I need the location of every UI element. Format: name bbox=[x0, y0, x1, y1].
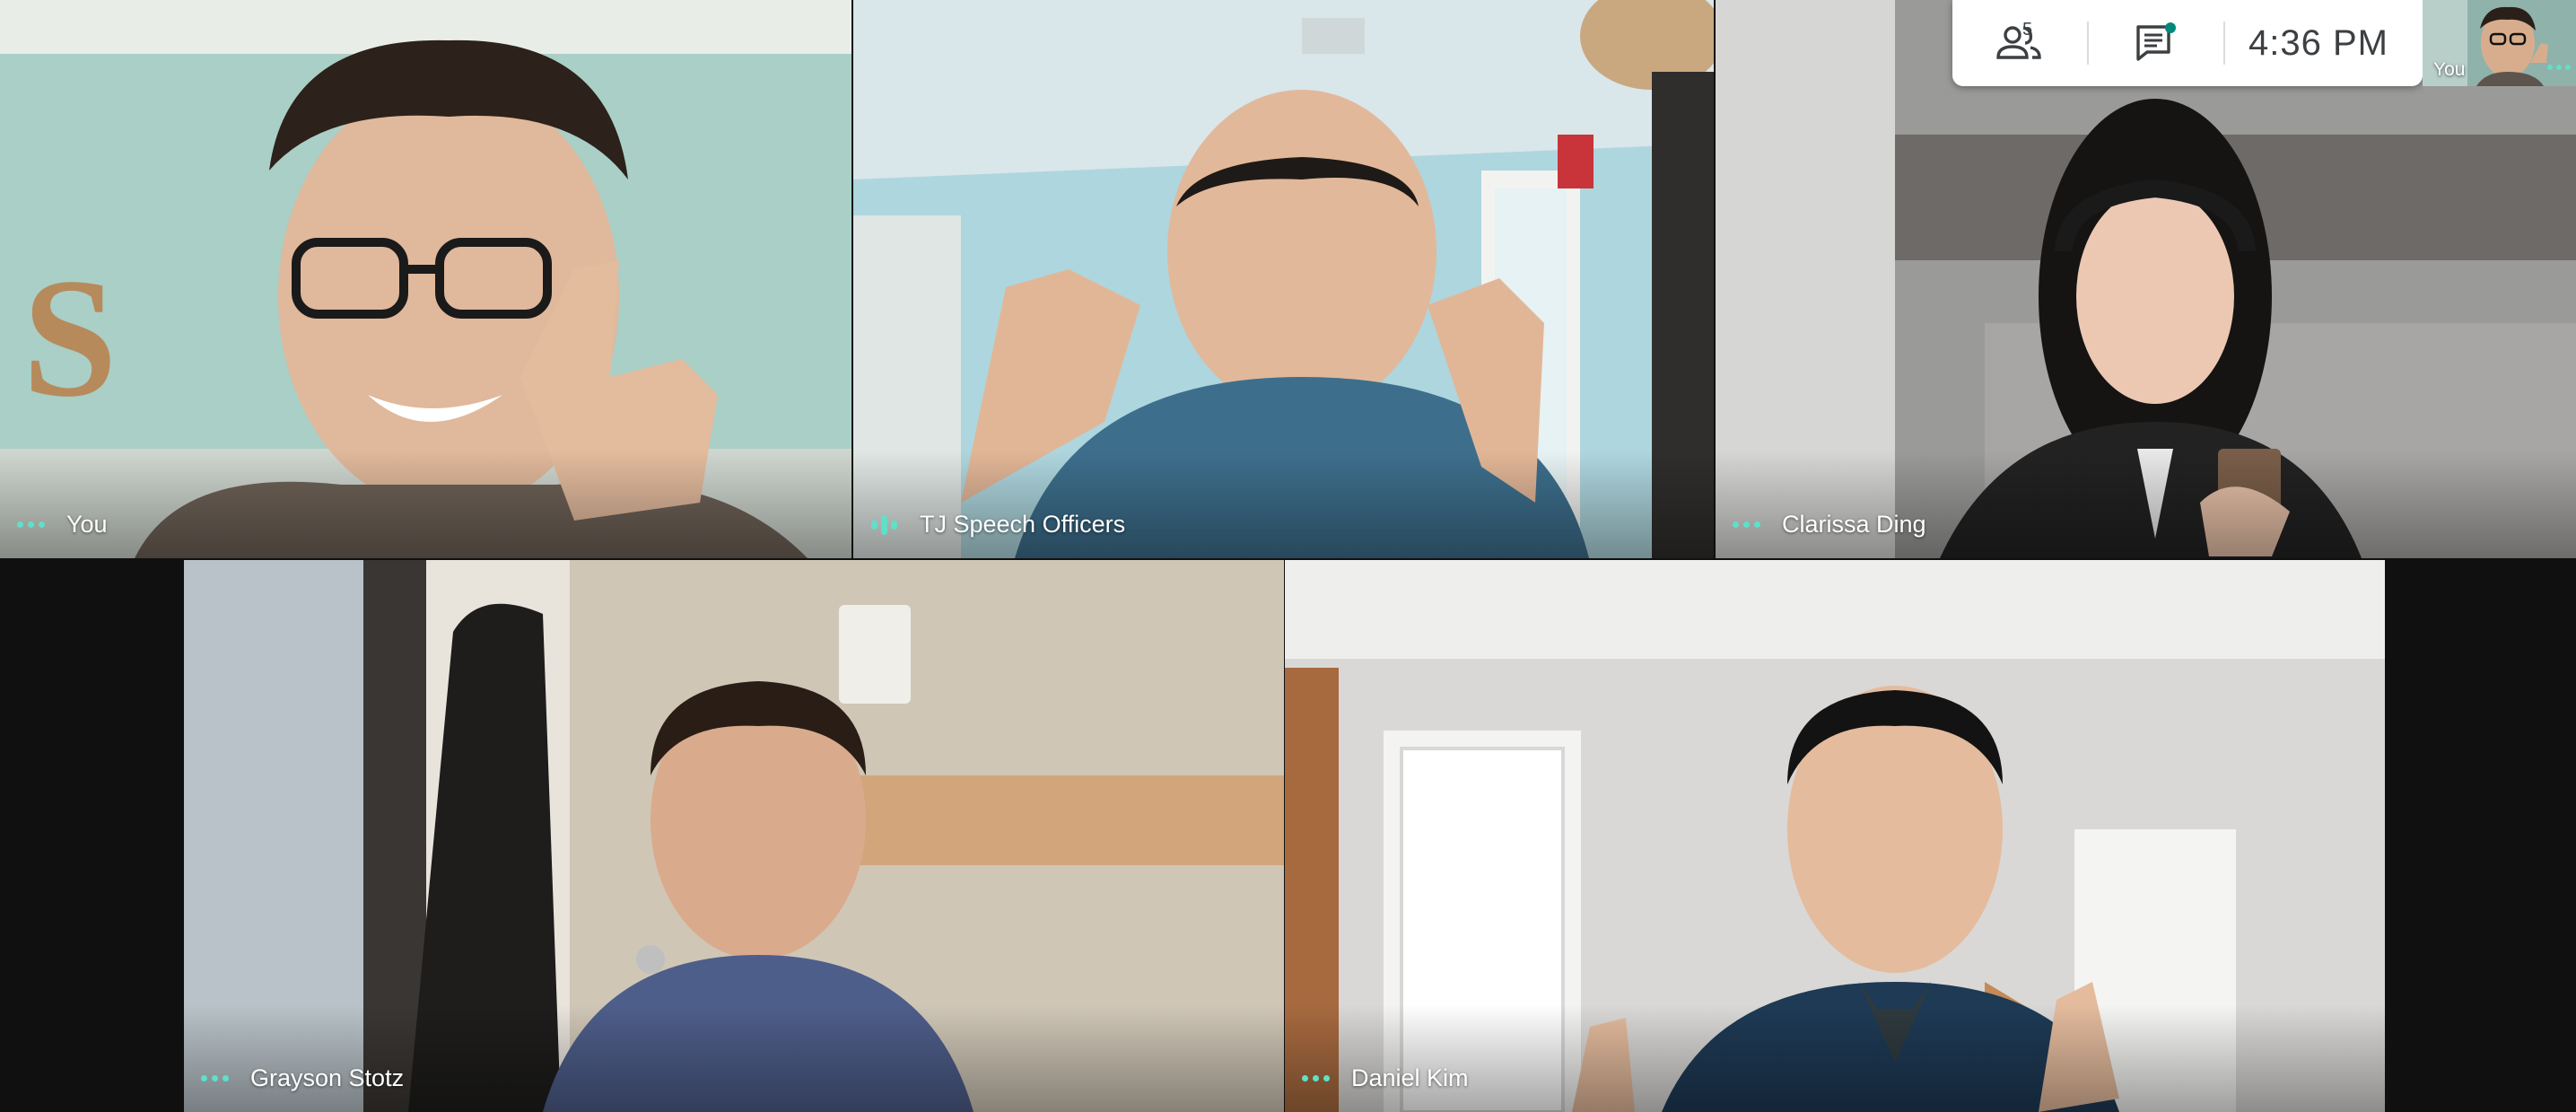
participant-name: Daniel Kim bbox=[1351, 1064, 1469, 1091]
participant-tile-you[interactable]: S You bbox=[0, 0, 851, 558]
audio-indicator-icon bbox=[1297, 1075, 1333, 1081]
participant-tile-grayson-stotz[interactable]: Grayson Stotz bbox=[184, 560, 1284, 1112]
participant-name-tag: Grayson Stotz bbox=[196, 1064, 404, 1092]
self-view-label: You bbox=[2433, 59, 2466, 80]
audio-indicator-icon bbox=[196, 1075, 232, 1081]
audio-indicator-icon bbox=[1728, 521, 1764, 528]
chat-icon bbox=[2136, 22, 2176, 61]
people-count: 5 bbox=[2022, 20, 2033, 39]
participant-name: Clarissa Ding bbox=[1782, 511, 1926, 538]
people-icon bbox=[1996, 26, 2041, 59]
participant-tile-daniel-kim[interactable]: Daniel Kim bbox=[1285, 560, 2385, 1112]
meeting-control-bar: 5 4:36 PM bbox=[1952, 0, 2423, 86]
participant-name: Grayson Stotz bbox=[250, 1064, 405, 1091]
speaking-indicator-icon bbox=[866, 514, 902, 535]
audio-indicator-icon bbox=[13, 521, 48, 528]
meeting-stage: S You TJ Speech Officers Clarissa Ding G… bbox=[0, 0, 2576, 1112]
participant-tile-tj-speech-officers[interactable]: TJ Speech Officers bbox=[853, 0, 1714, 558]
people-button[interactable]: 5 bbox=[1952, 0, 2087, 86]
unread-badge bbox=[2165, 22, 2176, 33]
svg-text:S: S bbox=[22, 244, 118, 433]
participant-name: You bbox=[66, 511, 108, 538]
meeting-clock: 4:36 PM bbox=[2249, 22, 2388, 63]
chat-button[interactable] bbox=[2089, 0, 2223, 86]
divider bbox=[2223, 22, 2225, 65]
participant-name-tag: TJ Speech Officers bbox=[866, 511, 1125, 538]
audio-indicator-icon bbox=[2547, 65, 2571, 70]
participant-name: TJ Speech Officers bbox=[920, 511, 1126, 538]
self-view-thumbnail[interactable]: You bbox=[2423, 0, 2576, 86]
participant-name-tag: Clarissa Ding bbox=[1728, 511, 1926, 538]
participant-name-tag: Daniel Kim bbox=[1297, 1064, 1469, 1092]
participant-name-tag: You bbox=[13, 511, 108, 538]
